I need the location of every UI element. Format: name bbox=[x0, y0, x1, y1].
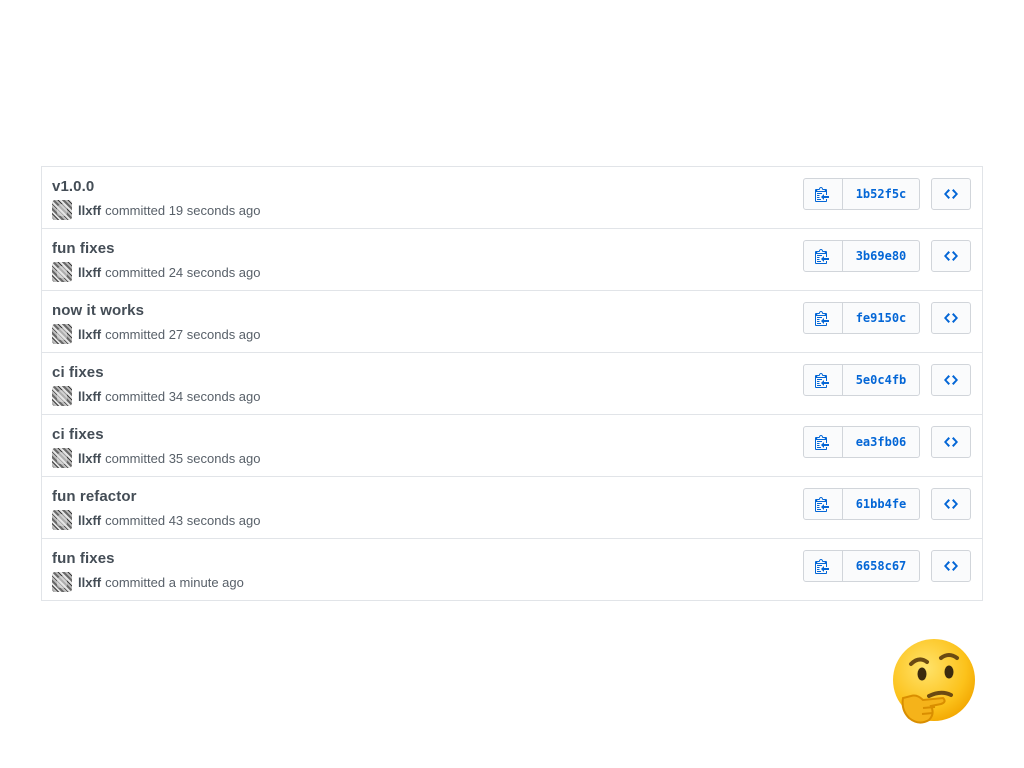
browse-repo-button[interactable] bbox=[931, 240, 971, 272]
commit-row: fun fixes llxff committed 24 seconds ago 3b… bbox=[42, 229, 982, 291]
copy-sha-button[interactable] bbox=[804, 241, 843, 271]
commit-time: committed 19 seconds ago bbox=[105, 202, 261, 218]
author-link[interactable]: llxff bbox=[78, 265, 101, 280]
browse-repo-button[interactable] bbox=[931, 426, 971, 458]
commit-time: committed 43 seconds ago bbox=[105, 512, 261, 528]
commit-title[interactable]: now it works bbox=[52, 302, 144, 319]
commit-time: committed 24 seconds ago bbox=[105, 264, 261, 280]
avatar[interactable] bbox=[52, 572, 72, 592]
browse-repo-button[interactable] bbox=[931, 364, 971, 396]
commit-row: ci fixes llxff committed 34 seconds ago 5e0… bbox=[42, 353, 982, 415]
copy-sha-button[interactable] bbox=[804, 427, 843, 457]
sha-button-group: fe9150c bbox=[803, 302, 920, 334]
commit-title[interactable]: fun fixes bbox=[52, 550, 115, 567]
clipboard-copy-icon bbox=[815, 187, 829, 202]
clipboard-copy-icon bbox=[815, 311, 829, 326]
commit-list: v1.0.0 llxff committed 19 seconds ago 1b52f… bbox=[41, 166, 983, 601]
sha-link[interactable]: ea3fb06 bbox=[843, 427, 919, 457]
commit-time: committed 27 seconds ago bbox=[105, 326, 261, 342]
author-link[interactable]: llxff bbox=[78, 513, 101, 528]
commit-time: committed a minute ago bbox=[105, 574, 244, 590]
author-link[interactable]: llxff bbox=[78, 327, 101, 342]
commit-time: committed 34 seconds ago bbox=[105, 388, 261, 404]
sha-button-group: 5e0c4fb bbox=[803, 364, 920, 396]
sha-button-group: 1b52f5c bbox=[803, 178, 920, 210]
copy-sha-button[interactable] bbox=[804, 303, 843, 333]
code-icon bbox=[944, 437, 958, 447]
clipboard-copy-icon bbox=[815, 249, 829, 264]
sha-button-group: ea3fb06 bbox=[803, 426, 920, 458]
code-icon bbox=[944, 251, 958, 261]
commit-title[interactable]: ci fixes bbox=[52, 426, 104, 443]
author-link[interactable]: llxff bbox=[78, 203, 101, 218]
commit-row: v1.0.0 llxff committed 19 seconds ago 1b52f… bbox=[42, 167, 982, 229]
copy-sha-button[interactable] bbox=[804, 365, 843, 395]
commit-title[interactable]: fun refactor bbox=[52, 488, 137, 505]
avatar[interactable] bbox=[52, 262, 72, 282]
commit-row: ci fixes llxff committed 35 seconds ago ea3… bbox=[42, 415, 982, 477]
clipboard-copy-icon bbox=[815, 373, 829, 388]
sha-button-group: 61bb4fe bbox=[803, 488, 920, 520]
commit-meta: llxff committed 19 seconds ago bbox=[52, 200, 261, 220]
commit-meta: llxff committed 27 seconds ago bbox=[52, 324, 261, 344]
avatar[interactable] bbox=[52, 386, 72, 406]
commit-title[interactable]: ci fixes bbox=[52, 364, 104, 381]
thinking-face-icon bbox=[893, 639, 975, 724]
sha-link[interactable]: 1b52f5c bbox=[843, 179, 919, 209]
commit-meta: llxff committed 24 seconds ago bbox=[52, 262, 261, 282]
sha-link[interactable]: 61bb4fe bbox=[843, 489, 919, 519]
clipboard-copy-icon bbox=[815, 497, 829, 512]
avatar[interactable] bbox=[52, 324, 72, 344]
sha-link[interactable]: 3b69e80 bbox=[843, 241, 919, 271]
avatar[interactable] bbox=[52, 510, 72, 530]
commit-meta: llxff committed 35 seconds ago bbox=[52, 448, 261, 468]
browse-repo-button[interactable] bbox=[931, 488, 971, 520]
code-icon bbox=[944, 313, 958, 323]
commit-row: now it works llxff committed 27 seconds ag… bbox=[42, 291, 982, 353]
code-icon bbox=[944, 375, 958, 385]
sha-link[interactable]: 5e0c4fb bbox=[843, 365, 919, 395]
commit-row: fun refactor llxff committed 43 seconds ag… bbox=[42, 477, 982, 539]
author-link[interactable]: llxff bbox=[78, 451, 101, 466]
commit-title[interactable]: fun fixes bbox=[52, 240, 115, 257]
browse-repo-button[interactable] bbox=[931, 178, 971, 210]
commit-meta: llxff committed 34 seconds ago bbox=[52, 386, 261, 406]
sha-link[interactable]: fe9150c bbox=[843, 303, 919, 333]
commit-row: fun fixes llxff committed a minute ago 6658… bbox=[42, 539, 982, 601]
clipboard-copy-icon bbox=[815, 435, 829, 450]
commit-meta: llxff committed 43 seconds ago bbox=[52, 510, 261, 530]
code-icon bbox=[944, 189, 958, 199]
copy-sha-button[interactable] bbox=[804, 179, 843, 209]
avatar[interactable] bbox=[52, 448, 72, 468]
copy-sha-button[interactable] bbox=[804, 489, 843, 519]
author-link[interactable]: llxff bbox=[78, 389, 101, 404]
sha-button-group: 3b69e80 bbox=[803, 240, 920, 272]
code-icon bbox=[944, 499, 958, 509]
commit-title[interactable]: v1.0.0 bbox=[52, 178, 94, 195]
browse-repo-button[interactable] bbox=[931, 550, 971, 582]
avatar[interactable] bbox=[52, 200, 72, 220]
sha-link[interactable]: 6658c67 bbox=[843, 551, 919, 581]
code-icon bbox=[944, 561, 958, 571]
clipboard-copy-icon bbox=[815, 559, 829, 574]
browse-repo-button[interactable] bbox=[931, 302, 971, 334]
sha-button-group: 6658c67 bbox=[803, 550, 920, 582]
copy-sha-button[interactable] bbox=[804, 551, 843, 581]
commit-meta: llxff committed a minute ago bbox=[52, 572, 244, 592]
author-link[interactable]: llxff bbox=[78, 575, 101, 590]
commit-time: committed 35 seconds ago bbox=[105, 450, 261, 466]
